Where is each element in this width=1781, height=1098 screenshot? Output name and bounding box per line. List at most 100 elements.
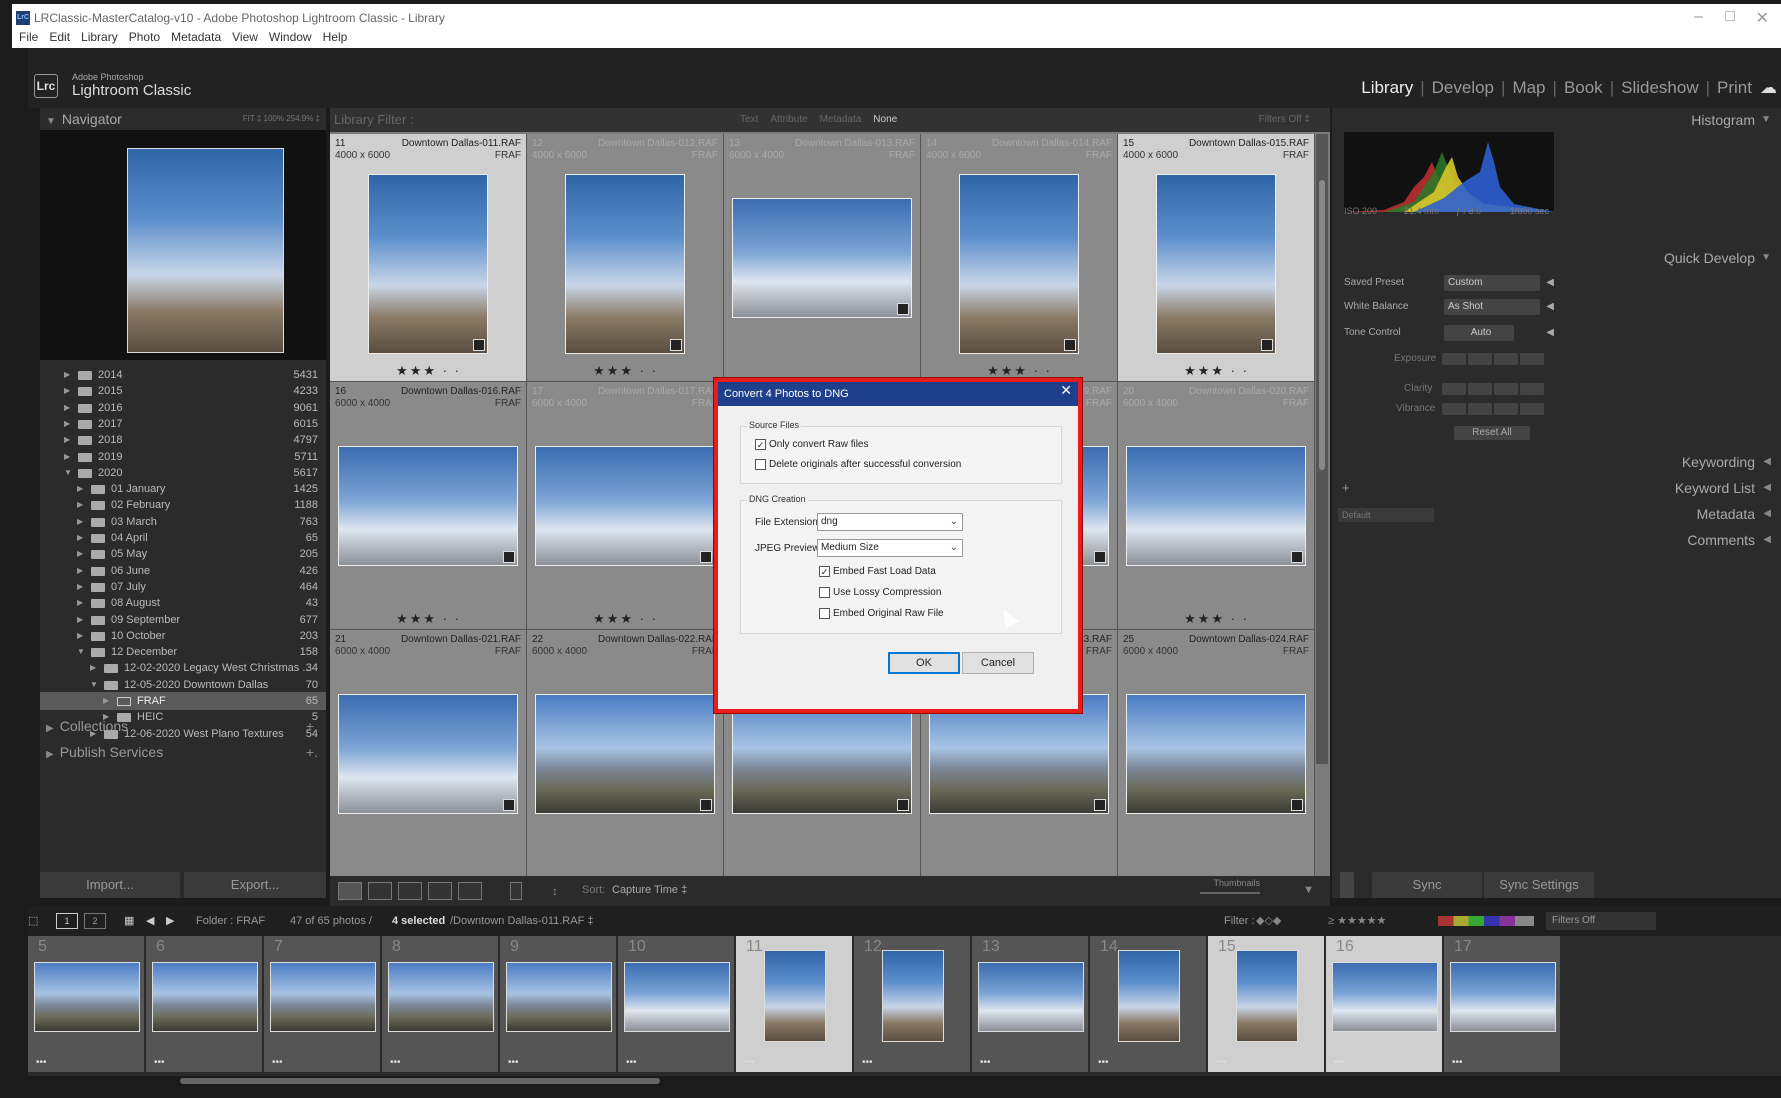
vibrance-up-large-button[interactable] [1520,403,1544,415]
filmstrip-thumbnail[interactable] [882,950,944,1042]
filmstrip-cell[interactable]: 10 ••• [618,936,734,1072]
folder-row[interactable]: ▶ 02 February 1188 [40,496,326,514]
expand-triangle-icon[interactable]: ◀ [1763,534,1771,545]
filmstrip-cell[interactable]: 6 ••• [146,936,262,1072]
photo-thumbnail[interactable] [1126,446,1306,566]
grid-view-icon[interactable] [338,882,362,900]
filmstrip-thumbnail[interactable] [1450,962,1556,1032]
folder-row[interactable]: ▶ 03 March 763 [40,513,326,531]
photo-thumbnail[interactable] [1126,694,1306,814]
clarity-up-large-button[interactable] [1520,383,1544,395]
photo-thumbnail[interactable] [565,174,685,354]
expanded-triangle-icon[interactable]: ▼ [64,464,72,482]
collapse-triangle-icon[interactable]: ▼ [1761,114,1771,125]
collapsed-triangle-icon[interactable]: ▶ [64,382,70,400]
filmstrip-thumbnail[interactable] [624,962,730,1032]
filmstrip-thumbnail[interactable] [1236,950,1298,1042]
vibrance-up-button[interactable] [1494,403,1518,415]
filmstrip-cell[interactable]: 15 ••• [1208,936,1324,1072]
flag-filter-icons[interactable]: ◆◇◆ [1256,906,1281,936]
folder-row[interactable]: ▼ 2020 5617 [40,464,326,482]
folder-breadcrumb[interactable]: Folder : FRAF [196,906,265,936]
filmstrip-cell[interactable]: 7 ••• [264,936,380,1072]
grid-cell[interactable]: 13 Downtown Dallas-013.RAF 6000 x 4000 FRAF [724,134,921,382]
folder-row[interactable]: ▶ 09 September 677 [40,611,326,629]
collapsed-triangle-icon[interactable]: ▶ [64,431,70,449]
disclosure-triangle-icon[interactable]: ◀ [1546,296,1554,318]
add-publish-icon[interactable]: +. [306,740,318,764]
module-map[interactable]: Map [1512,78,1545,97]
file-extension-select[interactable]: dng ⌄ [817,513,963,531]
grid-cell[interactable]: 22 Downtown Dallas-022.RAF 6000 x 4000 FRAF [527,630,724,878]
filmstrip-cell[interactable]: 8 ••• [382,936,498,1072]
module-print[interactable]: Print [1717,78,1752,97]
collections-header[interactable]: ▶ Collections +. [40,714,326,738]
menu-edit[interactable]: Edit [49,26,70,48]
collapsed-triangle-icon[interactable]: ▶ [77,562,83,580]
zoom-options[interactable]: FIT ‡ 100% 254.9% ‡ [243,108,320,130]
collapsed-triangle-icon[interactable]: ▶ [77,513,83,531]
quick-develop-title[interactable]: Quick Develop [1664,250,1755,266]
export-button[interactable]: Export... [184,872,326,898]
star-rating[interactable]: ★★★ · · [1118,611,1315,627]
metadata-title[interactable]: Metadata [1697,506,1755,522]
grid-cell[interactable]: 11 Downtown Dallas-011.RAF 4000 x 6000 FRAF… [330,134,527,382]
folder-row[interactable]: ▶ 2014 5431 [40,366,326,384]
folder-row[interactable]: ▶ 07 July 464 [40,578,326,596]
ok-button[interactable]: OK [888,652,960,674]
collapsed-triangle-icon[interactable]: ▶ [103,692,109,710]
collapsed-triangle-icon[interactable]: ▶ [77,611,83,629]
filmstrip-thumbnail[interactable] [270,962,376,1032]
photo-thumbnail[interactable] [338,446,518,566]
filmstrip-thumbnail[interactable] [1118,950,1180,1042]
exposure-down-large-button[interactable] [1442,353,1466,365]
filmstrip-cell[interactable]: 5 ••• [28,936,144,1072]
keyword-list-title[interactable]: Keyword List [1675,480,1755,496]
star-rating[interactable]: ★★★ · · [330,611,527,627]
grid-cell[interactable]: 16 Downtown Dallas-016.RAF 6000 x 4000 FRAF… [330,382,527,630]
close-icon[interactable]: ✕ [1756,8,1769,28]
color-label-filter[interactable] [1438,916,1534,926]
folder-row[interactable]: ▶ 2019 5711 [40,448,326,466]
folder-row[interactable]: ▶ 2018 4797 [40,431,326,449]
filter-tab-text[interactable]: Text [740,114,758,125]
reset-all-button[interactable]: Reset All [1454,426,1530,440]
vibrance-down-button[interactable] [1468,403,1492,415]
folder-row[interactable]: ▶ 2016 9061 [40,399,326,417]
collapse-triangle-icon[interactable]: ▼ [1761,252,1771,263]
star-rating[interactable]: ★★★ · · [1118,363,1315,379]
folder-row[interactable]: ▶ 08 August 43 [40,594,326,612]
white-balance-select[interactable]: As Shot [1444,299,1540,315]
embed-raw-checkbox[interactable]: Embed Original Raw File [819,607,944,621]
photo-thumbnail[interactable] [732,198,912,318]
grid-cell[interactable]: 15 Downtown Dallas-015.RAF 4000 x 6000 FRAF… [1118,134,1315,382]
clarity-down-large-button[interactable] [1442,383,1466,395]
filmstrip-thumbnail[interactable] [978,962,1084,1032]
sort-select[interactable]: Capture Time ‡ [612,884,687,896]
collapsed-triangle-icon[interactable]: ▶ [77,496,83,514]
module-slideshow[interactable]: Slideshow [1621,78,1699,97]
survey-view-icon[interactable] [428,882,452,900]
collapsed-triangle-icon[interactable]: ▶ [64,415,70,433]
people-view-icon[interactable] [458,882,482,900]
menu-file[interactable]: File [19,26,38,48]
filmstrip-thumbnail[interactable] [764,950,826,1042]
expanded-triangle-icon[interactable]: ▼ [77,643,85,661]
module-book[interactable]: Book [1564,78,1603,97]
grid-cell[interactable]: 12 Downtown Dallas-012.RAF 4000 x 6000 FRAF… [527,134,724,382]
sort-direction-icon[interactable]: ↕ [552,884,558,898]
star-rating[interactable]: ★★★ · · [527,363,724,379]
menu-view[interactable]: View [232,26,258,48]
exposure-up-large-button[interactable] [1520,353,1544,365]
grid-cell[interactable]: 21 Downtown Dallas-021.RAF 6000 x 4000 FRAF [330,630,527,878]
navigator-preview[interactable] [40,130,326,360]
filter-tab-metadata[interactable]: Metadata [820,114,862,125]
saved-preset-select[interactable]: Custom [1444,275,1540,291]
metadata-preset-select[interactable]: Default [1338,508,1434,522]
back-arrow-icon[interactable]: ◀ [146,906,154,936]
toolbar-menu-chevron-icon[interactable]: ▼ [1303,884,1314,896]
filmstrip-cell[interactable]: 12 ••• [854,936,970,1072]
jpeg-preview-select[interactable]: Medium Size ⌄ [817,539,963,557]
window-2-button[interactable]: 2 [84,913,106,929]
collapsed-triangle-icon[interactable]: ▶ [77,594,83,612]
